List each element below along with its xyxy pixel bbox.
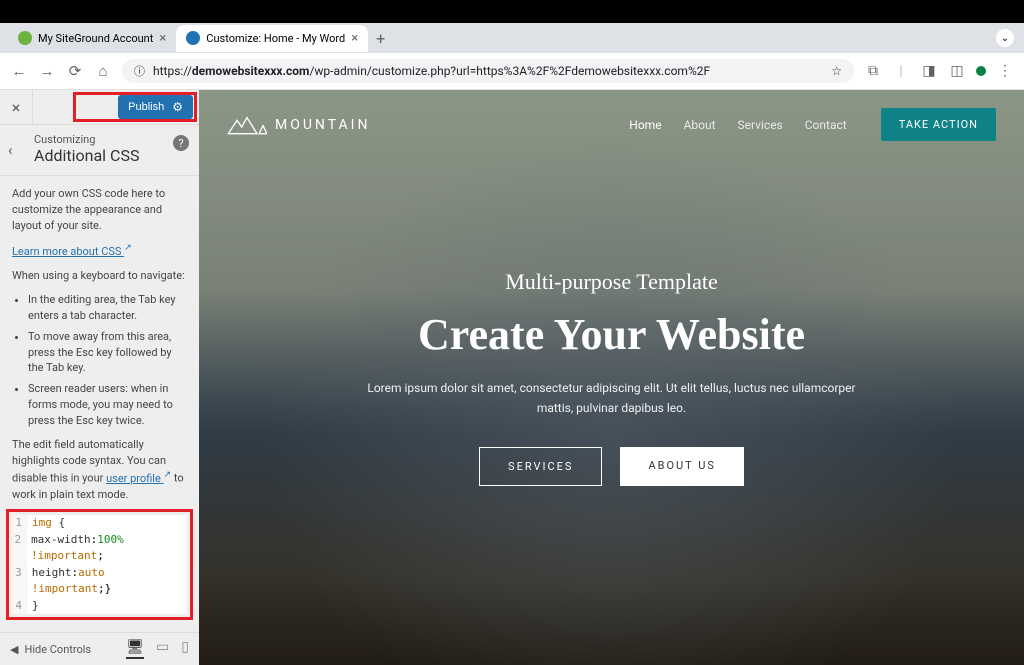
url-text: https://demowebsitexxx.com/wp-admin/cust… — [153, 64, 823, 78]
services-button[interactable]: SERVICES — [479, 447, 602, 486]
hero-description: Lorem ipsum dolor sit amet, consectetur … — [352, 378, 872, 419]
take-action-button[interactable]: TAKE ACTION — [881, 108, 996, 141]
browser-toolbar: ← → ⟳ ⌂ ⓘ https://demowebsitexxx.com/wp-… — [0, 53, 1024, 90]
edit-field-note: The edit field automatically highlights … — [12, 437, 187, 502]
star-icon[interactable]: ☆ — [831, 64, 842, 78]
new-tab-button[interactable]: + — [368, 29, 393, 48]
profile-icon[interactable] — [976, 66, 986, 76]
about-us-button[interactable]: ABOUT US — [620, 447, 743, 486]
tab-title: Customize: Home - My Word — [206, 32, 345, 45]
external-link-icon: ↗ — [124, 242, 132, 255]
keyboard-heading: When using a keyboard to navigate: — [12, 268, 187, 284]
learn-more-link[interactable]: Learn more about CSS ↗ — [12, 245, 132, 258]
page-toggle-icon[interactable]: ◨ — [920, 63, 938, 79]
forward-icon[interactable]: → — [38, 62, 56, 80]
desktop-preview-icon[interactable]: 🖥 — [126, 639, 144, 659]
publish-button[interactable]: Publish ⚙ — [118, 95, 193, 119]
reload-icon[interactable]: ⟳ — [66, 62, 84, 80]
siteground-favicon-icon — [18, 31, 32, 45]
mobile-preview-icon[interactable]: ▯ — [181, 639, 189, 659]
wordpress-favicon-icon — [186, 31, 200, 45]
gear-icon[interactable]: ⚙ — [172, 100, 183, 114]
external-link-icon: ↗ — [164, 469, 172, 482]
annotation-highlight: 1img { 2max-width:100% !important; 3heig… — [6, 509, 193, 620]
css-editor[interactable]: 1img { 2max-width:100% !important; 3heig… — [12, 515, 187, 614]
customizer-sidebar: × Publish ⚙ ‹ ? Customizing Additional C… — [0, 90, 199, 665]
tab-customize[interactable]: Customize: Home - My Word × — [176, 25, 368, 52]
nav-about[interactable]: About — [684, 118, 716, 132]
site-info-icon[interactable]: ⓘ — [134, 63, 145, 79]
close-icon[interactable]: × — [351, 31, 358, 46]
hero-subtitle: Multi-purpose Template — [239, 269, 984, 295]
tip-item: In the editing area, the Tab key enters … — [28, 292, 187, 324]
panel-icon[interactable]: ◫ — [948, 63, 966, 79]
section-title: Additional CSS — [34, 146, 187, 165]
close-customizer-button[interactable]: × — [0, 90, 33, 124]
home-icon[interactable]: ⌂ — [94, 62, 112, 80]
tablet-preview-icon[interactable]: ▭ — [156, 639, 169, 659]
mountain-logo-icon — [227, 114, 267, 136]
nav-services[interactable]: Services — [738, 118, 783, 132]
close-icon[interactable]: × — [159, 31, 166, 46]
nav-home[interactable]: Home — [629, 118, 661, 132]
tab-strip: My SiteGround Account × Customize: Home … — [0, 23, 1024, 53]
hero-title: Create Your Website — [239, 309, 984, 360]
tip-item: To move away from this area, press the E… — [28, 329, 187, 377]
user-profile-link[interactable]: user profile ↗ — [106, 472, 171, 485]
nav-contact[interactable]: Contact — [805, 118, 847, 132]
extensions-icon[interactable]: ⧉ — [864, 63, 882, 79]
back-icon[interactable]: ← — [10, 62, 28, 80]
tab-siteground[interactable]: My SiteGround Account × — [8, 25, 176, 52]
tip-item: Screen reader users: when in forms mode,… — [28, 381, 187, 429]
menu-icon[interactable]: ⋮ — [996, 63, 1014, 79]
site-preview: MOUNTAIN Home About Services Contact TAK… — [199, 90, 1024, 665]
site-logo[interactable]: MOUNTAIN — [227, 114, 370, 136]
customizing-label: Customizing — [34, 133, 187, 146]
tab-title: My SiteGround Account — [38, 32, 153, 45]
tabs-dropdown-icon[interactable]: ⌄ — [996, 29, 1014, 47]
address-bar[interactable]: ⓘ https://demowebsitexxx.com/wp-admin/cu… — [122, 59, 854, 83]
browser-chrome: My SiteGround Account × Customize: Home … — [0, 23, 1024, 90]
hide-controls-button[interactable]: ◀ Hide Controls — [10, 643, 91, 656]
back-button[interactable]: ‹ — [8, 141, 13, 159]
intro-text: Add your own CSS code here to customize … — [12, 186, 187, 234]
collapse-icon: ◀ — [10, 643, 18, 656]
